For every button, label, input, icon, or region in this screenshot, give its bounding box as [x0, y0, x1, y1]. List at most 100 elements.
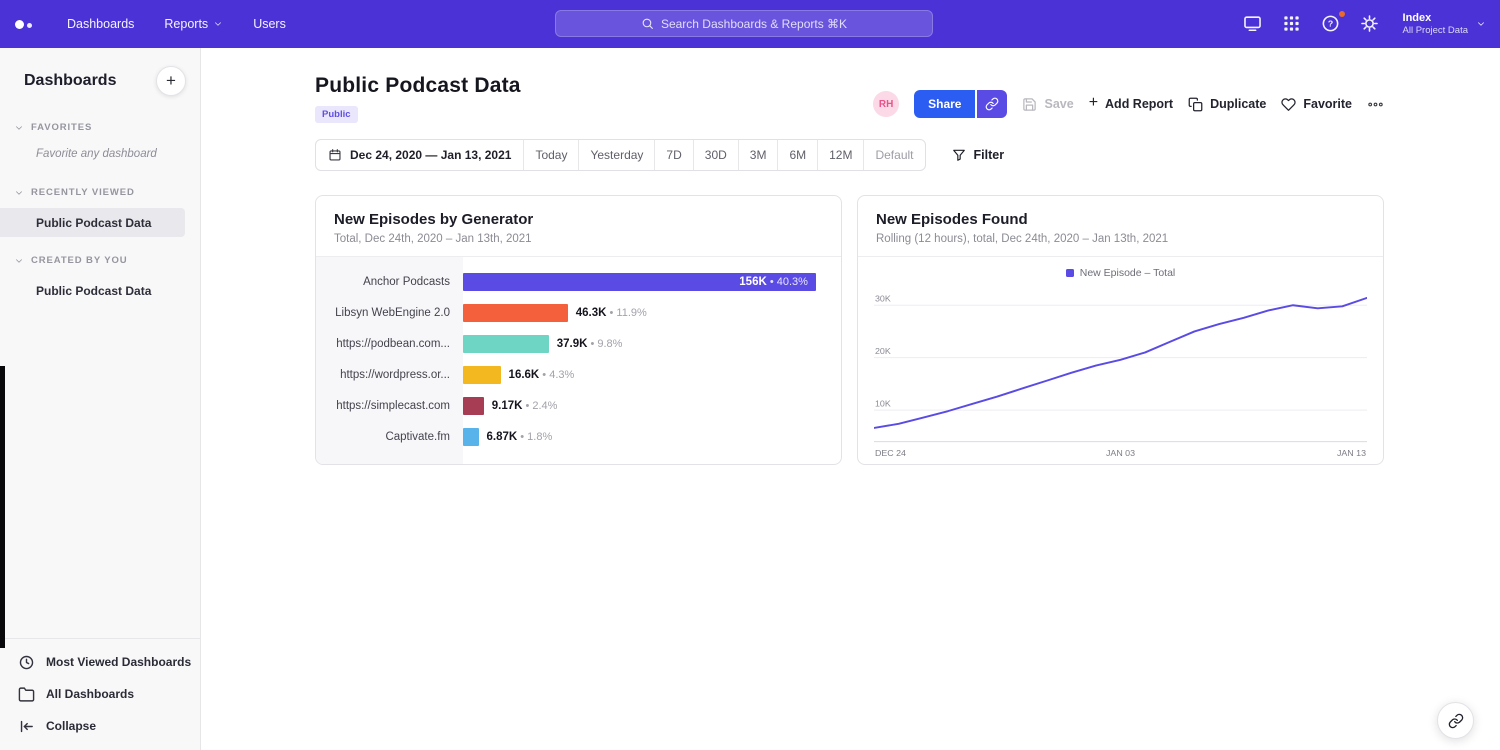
apps-grid-icon[interactable] — [1282, 14, 1302, 34]
chevron-down-icon — [1476, 19, 1486, 29]
copy-link-fab[interactable] — [1437, 702, 1474, 739]
funnel-icon — [952, 148, 966, 162]
preset-yesterday[interactable]: Yesterday — [579, 140, 655, 170]
add-dashboard-button[interactable]: + — [156, 66, 186, 96]
section-label: RECENTLY VIEWED — [31, 187, 135, 198]
svg-text:JAN 03: JAN 03 — [1106, 448, 1135, 458]
collapse-sidebar-button[interactable]: Collapse — [0, 710, 200, 742]
duplicate-button[interactable]: Duplicate — [1188, 97, 1266, 112]
favorites-section-header[interactable]: FAVORITES — [0, 116, 200, 139]
card-subtitle: Total, Dec 24th, 2020 – Jan 13th, 2021 — [334, 233, 823, 245]
top-navbar: Dashboards Reports Users Search Dashboar… — [0, 0, 1500, 48]
date-range-button[interactable]: Dec 24, 2020 — Jan 13, 2021 — [316, 140, 524, 170]
app-logo[interactable] — [12, 20, 55, 29]
favorite-button[interactable]: Favorite — [1281, 97, 1352, 112]
sidebar-footer: Most Viewed Dashboards All Dashboards Co… — [0, 638, 200, 750]
more-options-button[interactable] — [1367, 96, 1384, 113]
card-title: New Episodes Found — [876, 211, 1365, 228]
search-input[interactable]: Search Dashboards & Reports ⌘K — [555, 10, 933, 37]
date-toolbar: Dec 24, 2020 — Jan 13, 2021 TodayYesterd… — [315, 139, 1384, 171]
heart-icon — [1281, 97, 1296, 112]
settings-gear-icon[interactable] — [1360, 14, 1380, 34]
main-area: Public Podcast Data Public RH Share Save — [201, 48, 1500, 750]
footer-item-label: All Dashboards — [46, 687, 134, 701]
add-report-button[interactable]: + Add Report — [1089, 97, 1173, 111]
bar-value-label: 37.9K • 9.8% — [557, 338, 623, 350]
collapse-left-icon — [18, 718, 35, 735]
bar-category-label: https://simplecast.com — [316, 400, 463, 412]
preset-12m[interactable]: 12M — [818, 140, 864, 170]
primary-nav: Dashboards Reports Users — [67, 17, 286, 31]
logo-dot — [15, 20, 24, 29]
screen-edge-artifact — [0, 366, 5, 648]
avatar[interactable]: RH — [873, 91, 899, 117]
bar-row: Captivate.fm6.87K • 1.8% — [316, 421, 841, 452]
share-button[interactable]: Share — [914, 90, 975, 118]
sidebar: Dashboards + FAVORITES Favorite any dash… — [0, 48, 201, 750]
copy-icon — [1188, 97, 1203, 112]
preset-3m[interactable]: 3M — [739, 140, 779, 170]
bar-segment[interactable] — [463, 366, 501, 384]
recently-viewed-section-header[interactable]: RECENTLY VIEWED — [0, 181, 200, 204]
nav-users[interactable]: Users — [253, 17, 286, 31]
bar-row: Anchor Podcasts156K • 40.3% — [316, 266, 841, 297]
bar-category-label: Libsyn WebEngine 2.0 — [316, 307, 463, 319]
preset-today[interactable]: Today — [524, 140, 579, 170]
chart-legend[interactable]: New Episode – Total — [874, 267, 1367, 279]
preset-group: TodayYesterday7D30D3M6M12MDefault — [524, 140, 924, 170]
section-label: CREATED BY YOU — [31, 255, 128, 266]
search-icon — [641, 17, 654, 30]
bar-segment[interactable]: 156K • 40.3% — [463, 273, 816, 291]
bar-segment[interactable] — [463, 304, 568, 322]
bar-segment[interactable] — [463, 428, 479, 446]
bar-row: Libsyn WebEngine 2.0 46.3K • 11.9% — [316, 297, 841, 328]
filter-button[interactable]: Filter — [946, 147, 1011, 163]
nav-reports[interactable]: Reports — [164, 17, 223, 31]
project-name: Index — [1403, 11, 1468, 25]
legend-swatch — [1066, 269, 1074, 277]
chevron-down-icon — [14, 188, 24, 198]
preset-7d[interactable]: 7D — [655, 140, 693, 170]
link-icon — [985, 97, 999, 111]
bar-chart-card: New Episodes by Generator Total, Dec 24t… — [315, 195, 842, 465]
date-range-control: Dec 24, 2020 — Jan 13, 2021 TodayYesterd… — [315, 139, 926, 171]
line-chart-svg[interactable]: 30K20K10KDEC 24JAN 03JAN 13 — [874, 283, 1367, 459]
link-icon — [1448, 713, 1464, 729]
all-dashboards-button[interactable]: All Dashboards — [0, 678, 200, 710]
created-by-you-section-header[interactable]: CREATED BY YOU — [0, 249, 200, 272]
sidebar-title: Dashboards — [24, 72, 116, 90]
sidebar-section-recent: RECENTLY VIEWED Public Podcast Data — [0, 181, 200, 237]
logo-dot — [27, 23, 32, 28]
ellipsis-icon — [1367, 96, 1384, 113]
bar-value-label: 156K • 40.3% — [739, 276, 816, 288]
most-viewed-dashboards-button[interactable]: Most Viewed Dashboards — [0, 646, 200, 678]
chevron-down-icon — [14, 123, 24, 133]
monitor-icon[interactable] — [1243, 14, 1263, 34]
bar-value-label: 46.3K • 11.9% — [576, 307, 647, 319]
svg-text:20K: 20K — [875, 346, 891, 356]
footer-item-label: Most Viewed Dashboards — [46, 655, 191, 669]
favorites-hint: Favorite any dashboard — [0, 139, 200, 169]
duplicate-label: Duplicate — [1210, 97, 1266, 111]
header-actions: RH Share Save + Add Report — [873, 90, 1384, 118]
public-badge: Public — [315, 106, 358, 123]
bar-value-label: 9.17K • 2.4% — [492, 400, 558, 412]
project-selector[interactable]: Index All Project Data — [1403, 11, 1486, 38]
bar-segment[interactable] — [463, 397, 484, 415]
bar-category-label: Captivate.fm — [316, 431, 463, 443]
save-button[interactable]: Save — [1022, 97, 1073, 112]
share-link-button[interactable] — [977, 90, 1007, 118]
sidebar-item-public-podcast-data[interactable]: Public Podcast Data — [0, 208, 185, 237]
help-icon[interactable]: ? — [1321, 14, 1341, 34]
bar-segment[interactable] — [463, 335, 549, 353]
sidebar-section-favorites: FAVORITES Favorite any dashboard — [0, 116, 200, 169]
nav-dashboards[interactable]: Dashboards — [67, 17, 134, 31]
preset-default[interactable]: Default — [864, 140, 924, 170]
sidebar-item-public-podcast-data[interactable]: Public Podcast Data — [0, 276, 200, 305]
preset-6m[interactable]: 6M — [778, 140, 818, 170]
line-chart-card: New Episodes Found Rolling (12 hours), t… — [857, 195, 1384, 465]
section-label: FAVORITES — [31, 122, 92, 133]
footer-item-label: Collapse — [46, 719, 96, 733]
preset-30d[interactable]: 30D — [694, 140, 739, 170]
clock-icon — [18, 654, 35, 671]
